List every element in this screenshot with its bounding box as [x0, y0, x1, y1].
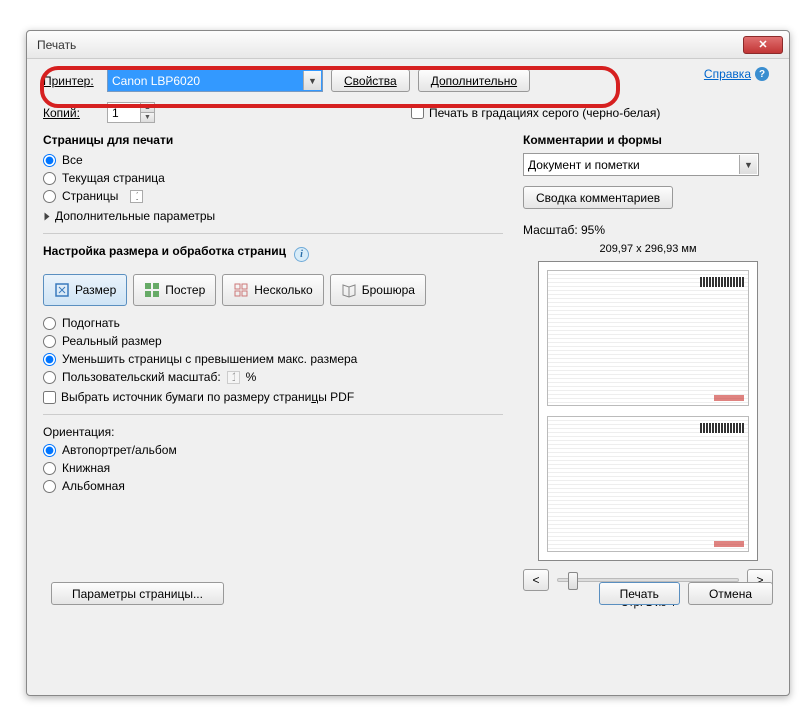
info-icon[interactable]: i: [294, 247, 309, 262]
radio-range[interactable]: Страницы: [43, 189, 503, 203]
help-icon[interactable]: ?: [755, 67, 769, 81]
chevron-down-icon: ▼: [303, 71, 321, 90]
custom-scale-input[interactable]: [227, 371, 240, 384]
titlebar: Печать ✕: [27, 31, 789, 59]
pages-range-input[interactable]: [130, 190, 143, 203]
radio-shrink[interactable]: Уменьшить страницы с превышением макс. р…: [43, 352, 503, 366]
cancel-button[interactable]: Отмена: [688, 582, 773, 605]
comments-title: Комментарии и формы: [523, 133, 773, 147]
triangle-right-icon: [45, 212, 50, 220]
page-setup-button[interactable]: Параметры страницы...: [51, 582, 224, 605]
radio-actual[interactable]: Реальный размер: [43, 334, 503, 348]
booklet-button[interactable]: Брошюра: [330, 274, 426, 306]
multiple-icon: [233, 282, 249, 298]
poster-icon: [144, 282, 160, 298]
radio-custom-scale[interactable]: Пользовательский масштаб: %: [43, 370, 503, 384]
printer-label: Принтер:: [43, 74, 99, 88]
comments-combo[interactable]: Документ и пометки ▼: [523, 153, 759, 176]
window-title: Печать: [37, 38, 743, 52]
printer-selected-value: Canon LBP6020: [112, 74, 200, 88]
radio-fit[interactable]: Подогнать: [43, 316, 503, 330]
properties-button[interactable]: Свойства: [331, 69, 410, 92]
spin-down-icon[interactable]: ▼: [140, 113, 154, 122]
grayscale-checkbox[interactable]: Печать в градациях серого (черно-белая): [411, 106, 660, 120]
booklet-icon: [341, 282, 357, 298]
orientation-title: Ориентация:: [43, 425, 503, 439]
preview-doc-1: [547, 270, 749, 406]
printer-select[interactable]: Canon LBP6020 ▼: [107, 69, 323, 92]
paper-source-checkbox[interactable]: Выбрать источник бумаги по размеру стран…: [43, 390, 503, 404]
radio-current[interactable]: Текущая страница: [43, 171, 503, 185]
chevron-down-icon: ▼: [739, 155, 757, 174]
help-area: Справка ?: [704, 67, 769, 81]
comments-summary-button[interactable]: Сводка комментариев: [523, 186, 673, 209]
copies-value: 1: [112, 106, 119, 120]
preview-pane: [538, 261, 758, 561]
radio-portrait[interactable]: Книжная: [43, 461, 503, 475]
copies-spinner[interactable]: 1 ▲▼: [107, 102, 155, 123]
size-section-title: Настройка размера и обработка страниц: [43, 244, 286, 258]
radio-auto-orient[interactable]: Автопортрет/альбом: [43, 443, 503, 457]
radio-landscape[interactable]: Альбомная: [43, 479, 503, 493]
pages-section-title: Страницы для печати: [43, 133, 503, 147]
print-dialog: Печать ✕ Справка ? Принтер: Canon LBP602…: [26, 30, 790, 696]
more-parameters-toggle[interactable]: Дополнительные параметры: [43, 209, 503, 223]
preview-dimensions: 209,97 x 296,93 мм: [523, 243, 773, 255]
advanced-button[interactable]: Дополнительно: [418, 69, 530, 92]
help-link[interactable]: Справка: [704, 67, 751, 81]
close-button[interactable]: ✕: [743, 36, 783, 54]
multiple-button[interactable]: Несколько: [222, 274, 323, 306]
size-icon: [54, 282, 70, 298]
preview-doc-2: [547, 416, 749, 552]
preview-scale: Масштаб: 95%: [523, 223, 773, 237]
spin-up-icon[interactable]: ▲: [140, 103, 154, 113]
print-button[interactable]: Печать: [599, 582, 680, 605]
size-button[interactable]: Размер: [43, 274, 127, 306]
radio-all[interactable]: Все: [43, 153, 503, 167]
poster-button[interactable]: Постер: [133, 274, 216, 306]
copies-label: Копий:: [43, 106, 99, 120]
